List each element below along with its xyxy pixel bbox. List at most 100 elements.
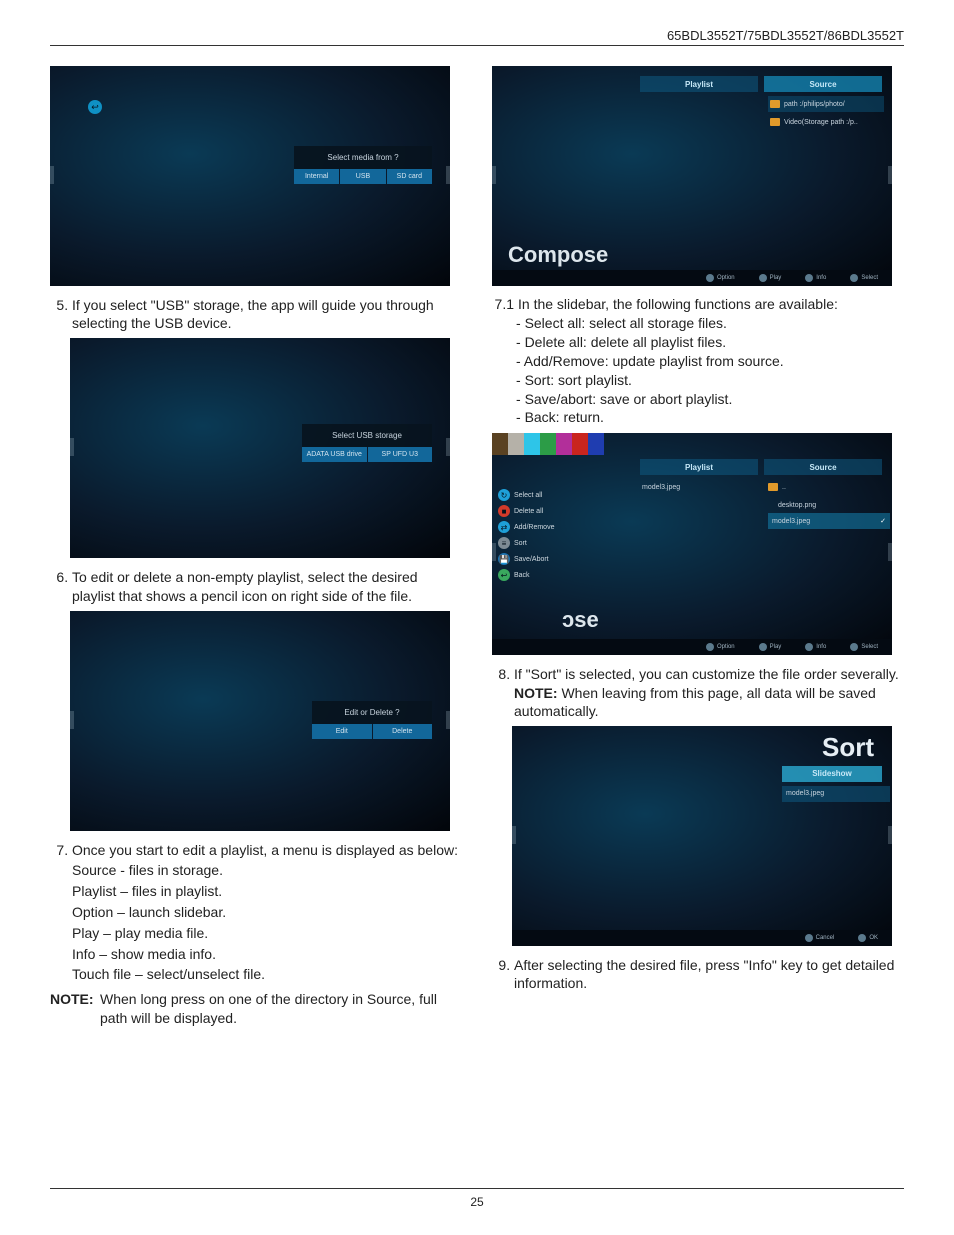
foot-play[interactable]: Play <box>770 275 782 281</box>
side-back[interactable]: ↩Back <box>492 567 588 583</box>
tab-playlist[interactable]: Playlist <box>640 459 758 475</box>
step-7: Once you start to edit a playlist, a men… <box>72 841 462 985</box>
right-edge-tab <box>888 543 892 561</box>
note-text: When long press on one of the directory … <box>100 990 462 1028</box>
side-add-remove[interactable]: ⇄Add/Remove <box>492 519 588 535</box>
side-sort[interactable]: ≡Sort <box>492 535 588 551</box>
btn-internal[interactable]: Internal <box>294 169 340 184</box>
add-remove-icon: ⇄ <box>498 521 510 533</box>
left-edge-tab <box>492 166 496 184</box>
screenshot-slidebar: Playlist Source model3.jpeg .. desktop.p… <box>492 433 892 655</box>
foot-icon <box>706 274 714 282</box>
foot-info[interactable]: Info <box>816 644 826 650</box>
step-71-line: - Add/Remove: update playlist from sourc… <box>492 352 904 371</box>
btn-usb[interactable]: USB <box>340 169 386 184</box>
foot-play[interactable]: Play <box>770 644 782 650</box>
side-delete-all[interactable]: ■Delete all <box>492 503 588 519</box>
source-file-1[interactable]: desktop.png <box>778 497 816 513</box>
tab-playlist[interactable]: Playlist <box>640 76 758 92</box>
side-select-all[interactable]: ↻Select all <box>492 487 588 503</box>
save-icon: 💾 <box>498 553 510 565</box>
sort-item[interactable]: model3.jpeg <box>782 786 890 802</box>
step-71-line: - Save/abort: save or abort playlist. <box>492 390 904 409</box>
screenshot-usb-storage: Select USB storage ADATA USB drive SP UF… <box>70 338 450 558</box>
footbar: Option Play Info Select <box>492 639 892 655</box>
tab-source[interactable]: Source <box>764 459 882 475</box>
foot-info[interactable]: Info <box>816 275 826 281</box>
source-file-2-selected[interactable]: model3.jpeg ✓ <box>768 513 890 529</box>
header-models: 65BDL3552T/75BDL3552T/86BDL3552T <box>50 28 904 46</box>
foot-select[interactable]: Select <box>861 275 878 281</box>
note-label: NOTE: <box>514 685 558 701</box>
step-7-line: Playlist – files in playlist. <box>72 882 462 901</box>
select-all-icon: ↻ <box>498 489 510 501</box>
step-71-line: - Select all: select all storage files. <box>492 314 904 333</box>
step-8-text: If "Sort" is selected, you can customize… <box>514 666 899 682</box>
left-edge-tab <box>512 826 516 844</box>
step-8: If "Sort" is selected, you can customize… <box>514 665 904 720</box>
footbar: Option Play Info Select <box>492 270 892 286</box>
playlist-item[interactable]: model3.jpeg <box>642 479 680 495</box>
screenshot-compose: Playlist Source path :/philips/photo/ Vi… <box>492 66 892 286</box>
step-7-line: Touch file – select/unselect file. <box>72 965 462 984</box>
step-6: To edit or delete a non-empty playlist, … <box>72 568 462 604</box>
right-column: Playlist Source path :/philips/photo/ Vi… <box>492 60 904 1034</box>
tab-slideshow[interactable]: Slideshow <box>782 766 882 782</box>
foot-icon <box>805 274 813 282</box>
step-71-line: - Sort: sort playlist. <box>492 371 904 390</box>
compose-title: Compose <box>508 242 608 268</box>
source-video-text: Video(Storage path :/p.. <box>784 119 858 126</box>
footbar: Cancel OK <box>512 930 892 946</box>
screenshot-sort: Sort Slideshow model3.jpeg Cancel OK <box>512 726 892 946</box>
btn-usb-drive-1[interactable]: ADATA USB drive <box>302 447 368 462</box>
colorbar <box>492 433 604 455</box>
usb-dialog: Select USB storage ADATA USB drive SP UF… <box>302 424 432 462</box>
footer-rule <box>50 1188 904 1189</box>
foot-icon <box>759 274 767 282</box>
source-up[interactable]: .. <box>768 479 786 495</box>
dialog-title: Edit or Delete ? <box>312 701 432 724</box>
btn-edit[interactable]: Edit <box>312 724 373 739</box>
delete-all-icon: ■ <box>498 505 510 517</box>
edit-delete-dialog: Edit or Delete ? Edit Delete <box>312 701 432 739</box>
right-edge-tab <box>888 166 892 184</box>
dialog-title: Select media from ? <box>294 146 432 169</box>
note-longpress: NOTE: When long press on one of the dire… <box>50 990 462 1028</box>
step-71-line: - Delete all: delete all playlist files. <box>492 333 904 352</box>
foot-select[interactable]: Select <box>861 644 878 650</box>
screenshot-edit-delete: Edit or Delete ? Edit Delete <box>70 611 450 831</box>
step-9: After selecting the desired file, press … <box>514 956 904 992</box>
side-panel: ↻Select all ■Delete all ⇄Add/Remove ≡Sor… <box>492 487 588 583</box>
step-7-line: Option – launch slidebar. <box>72 903 462 922</box>
step-7-line: Info – show media info. <box>72 945 462 964</box>
btn-usb-drive-2[interactable]: SP UFD U3 <box>368 447 433 462</box>
step-71-line: - Back: return. <box>492 408 904 427</box>
check-icon: ✓ <box>880 517 886 525</box>
screenshot-select-media: ↩ Select media from ? Internal USB SD ca… <box>50 66 450 286</box>
note-label: NOTE: <box>50 990 100 1028</box>
foot-ok[interactable]: OK <box>869 935 878 941</box>
source-row-path[interactable]: path :/philips/photo/ <box>768 96 884 112</box>
right-edge-tab <box>446 438 450 456</box>
step-5: If you select "USB" storage, the app wil… <box>72 296 462 332</box>
foot-option[interactable]: Option <box>717 644 735 650</box>
dialog-title: Select USB storage <box>302 424 432 447</box>
right-edge-tab <box>446 166 450 184</box>
step-71-num: 7.1 <box>492 296 518 312</box>
left-edge-tab <box>70 438 74 456</box>
folder-icon <box>768 483 778 491</box>
right-edge-tab <box>888 826 892 844</box>
foot-icon <box>850 274 858 282</box>
btn-delete[interactable]: Delete <box>373 724 433 739</box>
sort-title: Sort <box>822 732 874 763</box>
tab-source[interactable]: Source <box>764 76 882 92</box>
left-edge-tab <box>50 166 54 184</box>
source-row-video[interactable]: Video(Storage path :/p.. <box>768 114 884 130</box>
folder-icon <box>770 100 780 108</box>
side-save-abort[interactable]: 💾Save/Abort <box>492 551 588 567</box>
right-edge-tab <box>446 711 450 729</box>
btn-sdcard[interactable]: SD card <box>387 169 432 184</box>
foot-cancel[interactable]: Cancel <box>816 935 835 941</box>
sort-icon: ≡ <box>498 537 510 549</box>
foot-option[interactable]: Option <box>717 275 735 281</box>
